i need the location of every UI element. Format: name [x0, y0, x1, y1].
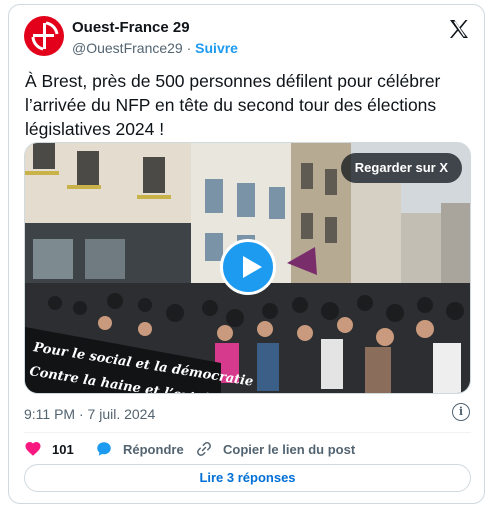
- info-icon[interactable]: i: [452, 403, 470, 421]
- heart-icon: [25, 441, 41, 456]
- embedded-post-card: Ouest-France 29 @OuestFrance29 · Suivre …: [8, 4, 485, 504]
- divider: [24, 432, 471, 433]
- author-name[interactable]: Ouest-France 29: [72, 19, 190, 36]
- reply-button[interactable]: Répondre: [95, 437, 184, 461]
- separator-dot: ·: [186, 40, 192, 56]
- video-thumbnail[interactable]: Pour le social et la démocratie Contre l…: [24, 142, 471, 394]
- like-button[interactable]: 101: [24, 437, 74, 461]
- reply-label: Répondre: [123, 441, 184, 457]
- follow-link[interactable]: Suivre: [195, 40, 238, 56]
- copy-link-label: Copier le lien du post: [223, 441, 356, 457]
- x-logo-icon[interactable]: [447, 17, 471, 41]
- like-count: 101: [52, 441, 74, 457]
- read-replies-button[interactable]: Lire 3 réponses: [24, 464, 471, 492]
- play-icon[interactable]: [220, 239, 276, 295]
- author-handle[interactable]: @OuestFrance29: [72, 40, 183, 56]
- author-handle-row: @OuestFrance29 · Suivre: [72, 40, 238, 56]
- post-text: À Brest, près de 500 personnes défilent …: [25, 71, 441, 139]
- post-timestamp[interactable]: 9:11 PM · 7 juil. 2024: [24, 406, 155, 422]
- link-icon: [197, 442, 211, 456]
- ouest-france-avatar[interactable]: [24, 16, 64, 56]
- speech-bubble-icon: [97, 442, 111, 456]
- copy-link-button[interactable]: Copier le lien du post: [195, 437, 355, 461]
- watch-on-x-button[interactable]: Regarder sur X: [340, 153, 462, 183]
